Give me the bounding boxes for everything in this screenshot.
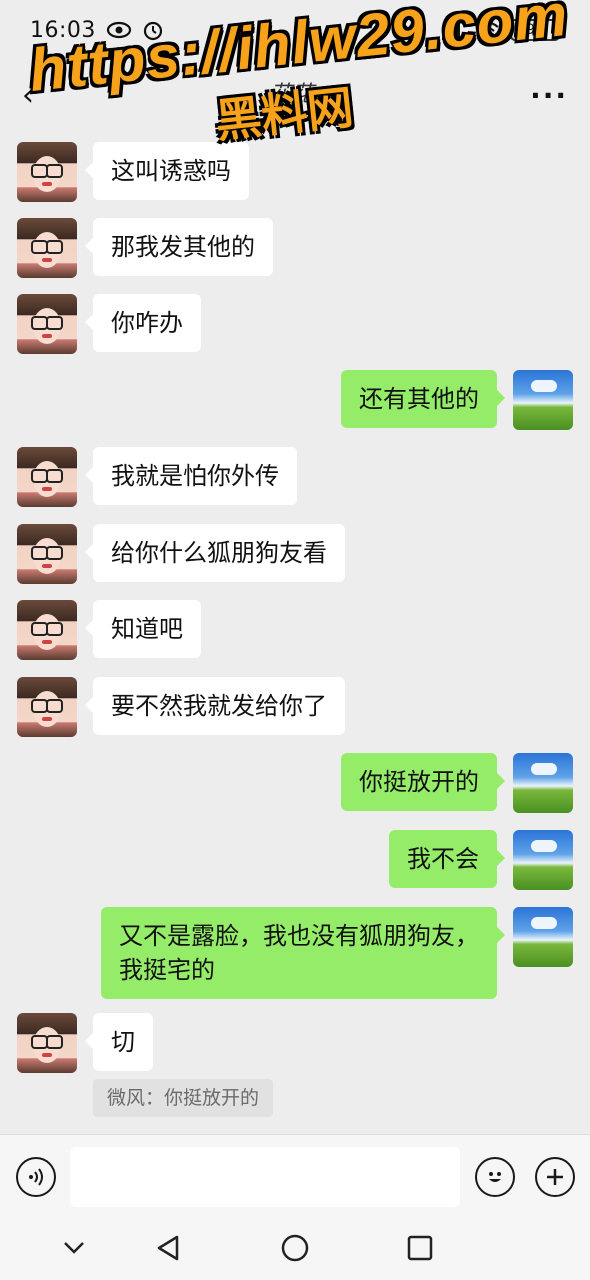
my-avatar[interactable] xyxy=(513,830,573,890)
avatar-glasses xyxy=(31,622,63,636)
emoji-button[interactable] xyxy=(475,1157,515,1197)
signal-icon xyxy=(442,22,460,40)
avatar-cloud xyxy=(531,380,557,392)
input-bar xyxy=(0,1134,590,1220)
contact-avatar[interactable] xyxy=(17,524,77,584)
avatar-lips xyxy=(42,258,52,262)
voice-button[interactable] xyxy=(16,1157,56,1197)
eye-icon xyxy=(106,21,132,39)
avatar-cloud xyxy=(531,840,557,852)
back-button[interactable]: ‹ xyxy=(22,78,34,113)
chevron-down-icon[interactable] xyxy=(62,1240,86,1256)
contact-avatar[interactable] xyxy=(17,1013,77,1073)
avatar-glasses xyxy=(31,164,63,178)
avatar-lips xyxy=(42,717,52,721)
contact-avatar[interactable] xyxy=(17,218,77,278)
contact-avatar[interactable] xyxy=(17,294,77,354)
received-message-bubble[interactable]: 这叫诱惑吗 xyxy=(85,142,249,200)
alarm-icon xyxy=(143,21,163,41)
contact-avatar[interactable] xyxy=(17,447,77,507)
avatar-cloud xyxy=(531,763,557,775)
avatar-lips xyxy=(42,640,52,644)
received-message-bubble[interactable]: 我就是怕你外传 xyxy=(85,447,297,505)
avatar-glasses xyxy=(31,699,63,713)
system-nav-bar xyxy=(0,1220,590,1280)
status-icons-left xyxy=(106,19,164,41)
nav-recents-icon[interactable] xyxy=(406,1234,434,1262)
status-time: 16:03 xyxy=(30,17,96,43)
status-bar: 16:03 97 xyxy=(0,0,590,60)
avatar-lips xyxy=(42,334,52,338)
sent-message-bubble[interactable]: 你挺放开的 xyxy=(341,753,505,811)
message-input[interactable] xyxy=(70,1147,460,1207)
received-message-bubble[interactable]: 切 xyxy=(85,1013,153,1071)
chat-header: ‹ 花花 ··· xyxy=(0,60,590,130)
avatar-glasses xyxy=(31,1035,63,1049)
avatar-glasses xyxy=(31,316,63,330)
received-message-bubble[interactable]: 要不然我就发给你了 xyxy=(85,677,345,735)
avatar-lips xyxy=(42,1053,52,1057)
sent-message-bubble[interactable]: 又不是露脸，我也没有狐朋狗友， 我挺宅的 xyxy=(101,907,505,999)
sent-message-bubble[interactable]: 还有其他的 xyxy=(341,370,505,428)
more-options-button[interactable]: ··· xyxy=(530,79,568,112)
voice-icon xyxy=(29,1168,43,1186)
nav-home-icon[interactable] xyxy=(280,1233,310,1263)
contact-avatar[interactable] xyxy=(17,142,77,202)
sent-message-bubble[interactable]: 我不会 xyxy=(389,830,505,888)
plus-button[interactable] xyxy=(535,1157,575,1197)
avatar-lips xyxy=(42,182,52,186)
emoji-icon xyxy=(489,1172,501,1182)
avatar-glasses xyxy=(31,546,63,560)
plus-icon xyxy=(547,1169,563,1185)
contact-avatar[interactable] xyxy=(17,677,77,737)
avatar-glasses xyxy=(31,469,63,483)
nav-back-icon[interactable] xyxy=(155,1234,181,1262)
wifi-icon xyxy=(475,21,499,39)
status-icons-right: 97 xyxy=(440,19,563,41)
received-message-bubble[interactable]: 给你什么狐朋狗友看 xyxy=(85,524,345,582)
avatar-lips xyxy=(42,564,52,568)
avatar-cloud xyxy=(531,917,557,929)
received-message-bubble[interactable]: 你咋办 xyxy=(85,294,201,352)
avatar-glasses xyxy=(31,240,63,254)
chat-title: 花花 xyxy=(270,82,315,107)
received-message-bubble[interactable]: 那我发其他的 xyxy=(85,218,273,276)
contact-avatar[interactable] xyxy=(17,600,77,660)
my-avatar[interactable] xyxy=(513,753,573,813)
quoted-message[interactable]: 微风：你挺放开的 xyxy=(93,1079,274,1117)
received-message-bubble[interactable]: 知道吧 xyxy=(85,600,201,658)
my-avatar[interactable] xyxy=(513,907,573,967)
avatar-lips xyxy=(42,487,52,491)
battery-indicator: 97 xyxy=(510,19,563,41)
my-avatar[interactable] xyxy=(513,370,573,430)
